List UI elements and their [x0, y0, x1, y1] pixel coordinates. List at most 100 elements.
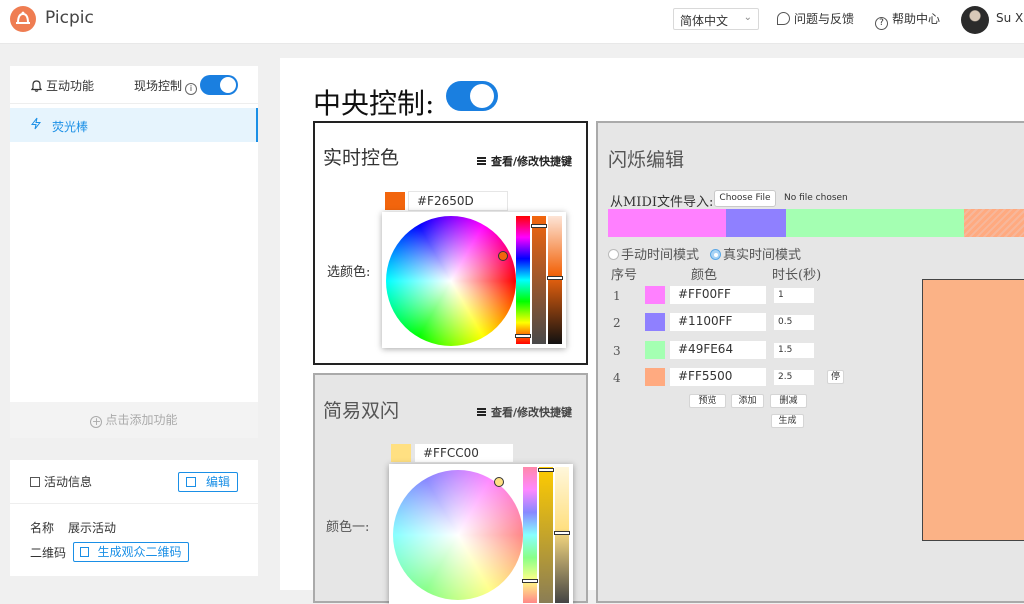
flash-editor-title: 闪烁编辑 — [608, 149, 685, 171]
language-select[interactable]: 简体中文 ⌄ — [673, 8, 759, 30]
info-icon[interactable]: i — [185, 83, 198, 95]
lightning-icon — [30, 117, 42, 133]
event-name-label: 名称 — [30, 521, 55, 535]
interactive-features-panel: 互动功能 现场控制 i 荧光棒 + 点击添加功能 — [10, 66, 258, 438]
color-hex-field[interactable]: #F2650D — [408, 191, 508, 211]
top-bar: Picpic 简体中文 ⌄ 问题与反馈 ? 帮助中心 Su Xi — [0, 0, 1024, 44]
plus-circle-icon: + — [90, 415, 103, 428]
main-content: 中央控制: 实时控色 查看/修改快捷键 #F2650D 选颜色: 简易双闪 查看… — [280, 58, 1024, 604]
live-control-text: 现场控制 — [134, 79, 183, 93]
edit-button[interactable]: 编辑 — [178, 472, 238, 492]
feedback-link[interactable]: 问题与反馈 — [777, 10, 854, 27]
row-index: 1 — [613, 289, 621, 303]
row-duration-field[interactable]: 1 — [774, 288, 814, 303]
add-feature-button[interactable]: + 点击添加功能 — [10, 402, 258, 438]
alpha-slider-handle[interactable] — [554, 531, 570, 535]
row-duration-field[interactable]: 2.5 — [774, 370, 814, 385]
realtime-color-title: 实时控色 — [323, 147, 400, 169]
row-color-swatch — [645, 368, 665, 386]
sidebar-item-glowstick[interactable]: 荧光棒 — [10, 108, 258, 142]
color-wheel-marker[interactable] — [498, 251, 508, 261]
row-index: 2 — [613, 316, 621, 330]
brightness-slider-handle[interactable] — [531, 224, 547, 228]
row-hex-field[interactable]: #FF00FF — [670, 286, 766, 304]
menu-icon — [477, 157, 486, 165]
row-hex-field[interactable]: #49FE64 — [670, 341, 766, 359]
event-info-panel: 活动信息 编辑 名称 展示活动 二维码 生成观众二维码 — [10, 460, 258, 576]
double-flash-shortcut-link[interactable]: 查看/修改快捷键 — [477, 404, 572, 420]
preview-button[interactable]: 预览 — [689, 394, 726, 408]
row-duration-field[interactable]: 0.5 — [774, 315, 814, 330]
brightness-slider-handle[interactable] — [538, 468, 554, 472]
picpic-logo[interactable] — [10, 6, 36, 32]
live-control-toggle[interactable] — [200, 75, 238, 95]
flash-editor-card: 闪烁编辑 从MIDI文件导入: Choose File No file chos… — [596, 121, 1024, 603]
color1-label: 颜色一: — [326, 520, 370, 535]
menu-icon — [477, 408, 486, 416]
page-title: 中央控制: — [313, 87, 435, 120]
radio-dot-selected — [710, 249, 721, 260]
chevron-down-icon: ⌄ — [743, 12, 752, 23]
row-hex-field[interactable]: #FF5500 — [670, 368, 766, 386]
brightness-slider[interactable] — [531, 216, 547, 344]
timeline-segment-3 — [786, 209, 964, 237]
row-color-swatch — [645, 341, 665, 359]
current-color-swatch — [385, 192, 405, 210]
choose-file-button[interactable]: Choose File — [714, 190, 776, 207]
manual-time-mode-radio[interactable]: 手动时间模式 — [608, 244, 699, 263]
live-control-label: 现场控制 i — [134, 77, 198, 95]
real-mode-label: 真实时间模式 — [723, 248, 802, 263]
brightness-slider[interactable] — [538, 467, 554, 603]
row-color-swatch — [645, 286, 665, 304]
color-wheel-marker[interactable] — [494, 477, 504, 487]
app-title: Picpic — [45, 8, 94, 28]
timeline-segment-2 — [726, 209, 786, 237]
add-button[interactable]: 添加 — [731, 394, 764, 408]
hue-slider-handle[interactable] — [515, 334, 531, 338]
qr-code-label: 二维码 — [30, 546, 67, 560]
delete-button[interactable]: 删减 — [770, 394, 807, 408]
color-picker[interactable] — [382, 212, 566, 348]
midi-import-label: 从MIDI文件导入: — [610, 195, 714, 210]
help-link[interactable]: ? 帮助中心 — [875, 10, 940, 30]
color-wheel[interactable] — [393, 470, 523, 600]
hue-slider[interactable] — [515, 216, 531, 344]
color1-picker[interactable] — [389, 464, 573, 604]
row-index: 4 — [613, 371, 621, 385]
color-wheel[interactable] — [386, 216, 516, 346]
language-value: 简体中文 — [680, 14, 729, 28]
color-preview-area — [922, 279, 1024, 541]
col-header-color: 颜色 — [691, 268, 718, 283]
stop-button[interactable]: 停 — [827, 370, 844, 384]
hue-slider-handle[interactable] — [522, 579, 538, 583]
chat-bubble-icon — [777, 12, 790, 25]
realtime-shortcut-link[interactable]: 查看/修改快捷键 — [477, 153, 572, 169]
toggle-knob — [220, 77, 236, 93]
edit-icon — [185, 477, 196, 487]
realtime-color-card: 实时控色 查看/修改快捷键 #F2650D 选颜色: — [313, 121, 588, 365]
bell-icon — [30, 77, 43, 96]
alpha-slider[interactable] — [554, 467, 570, 603]
generate-button[interactable]: 生成 — [771, 414, 804, 428]
no-file-text: No file chosen — [784, 193, 848, 203]
timeline-segment-4 — [964, 209, 1024, 237]
edit-label: 编辑 — [205, 475, 230, 489]
event-name-value: 展示活动 — [68, 521, 117, 535]
double-flash-card: 简易双闪 查看/修改快捷键 #FFCC00 颜色一: — [313, 373, 588, 604]
add-feature-label: 点击添加功能 — [105, 413, 178, 427]
alpha-slider-handle[interactable] — [547, 276, 563, 280]
question-icon: ? — [875, 17, 888, 30]
hue-slider[interactable] — [522, 467, 538, 603]
event-info-title: 活动信息 — [30, 473, 92, 490]
col-header-duration: 时长(秒) — [772, 268, 822, 283]
color1-hex-field[interactable]: #FFCC00 — [414, 443, 514, 463]
row-hex-field[interactable]: #1100FF — [670, 313, 766, 331]
real-time-mode-radio[interactable]: 真实时间模式 — [710, 244, 801, 263]
generate-qr-button[interactable]: 生成观众二维码 — [73, 542, 189, 562]
double-flash-title: 简易双闪 — [323, 400, 400, 422]
row-duration-field[interactable]: 1.5 — [774, 343, 814, 358]
alpha-slider[interactable] — [547, 216, 563, 344]
central-control-toggle[interactable] — [446, 81, 498, 111]
username[interactable]: Su Xi — [996, 11, 1024, 25]
avatar[interactable] — [961, 6, 989, 34]
